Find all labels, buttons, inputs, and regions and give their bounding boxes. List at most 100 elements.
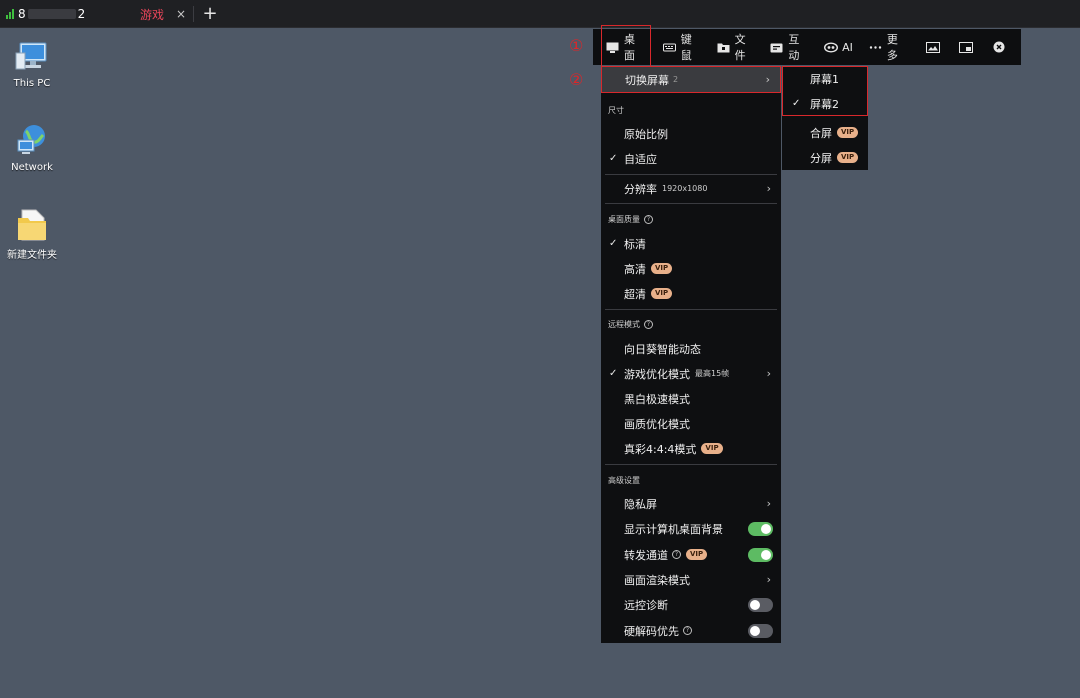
hw-decode-label: 硬解码优先 [624,624,679,638]
mode-game-sub: 最高15帧 [695,369,730,378]
close-icon[interactable]: × [176,7,186,21]
desktop-icon-network[interactable]: Network [0,122,64,173]
computer-icon [14,38,50,74]
chevron-right-icon: › [765,73,770,86]
submenu-screen-1[interactable]: 屏幕1 [782,66,868,91]
menu-divider [605,464,777,465]
desktop-menu: 切换屏幕 2 › 尺寸 原始比例 ✓ 自适应 分辨率 1920x1080 › 桌面质… [601,66,781,643]
desktop-icon-this-pc[interactable]: This PC [0,38,64,89]
chevron-right-icon: › [766,573,771,586]
merge-screen-label: 合屏 [810,126,832,140]
tab-game-label: 游戏 [140,7,165,22]
help-icon[interactable]: ? [644,320,653,329]
quality-standard-label: 标清 [624,237,646,251]
folder-icon [717,42,730,53]
more-button-label: 更多 [886,33,898,62]
checkmark-icon: ✓ [609,368,618,379]
menu-divider [605,309,777,310]
add-tab-button[interactable]: + [200,2,220,26]
original-ratio-label: 原始比例 [624,127,668,141]
window-mode-button[interactable] [955,39,976,55]
split-screen-label: 分屏 [810,151,832,165]
desktop-button[interactable]: 桌面 [601,25,651,69]
ai-button-label: AI [842,40,853,54]
checkmark-icon: ✓ [609,153,618,164]
menu-mode-game[interactable]: ✓ 游戏优化模式 最高15帧 › [601,361,781,386]
screen-count: 2 [673,75,679,84]
desktop-icon-label: This PC [13,78,51,89]
mode-smart-label: 向日葵智能动态 [624,342,701,356]
menu-original-ratio[interactable]: 原始比例 [601,121,781,146]
menu-show-background[interactable]: 显示计算机桌面背景 [601,516,781,541]
adaptive-label: 自适应 [624,152,657,166]
menu-mode-image[interactable]: 画质优化模式 [601,411,781,436]
resolution-value: 1920x1080 [662,184,708,193]
menu-relay-channel[interactable]: 转发通道? VIP [601,542,781,567]
hw-decode-toggle[interactable] [748,623,773,638]
screenshot-button[interactable] [923,39,944,55]
menu-resolution[interactable]: 分辨率 1920x1080 › [601,176,781,201]
checkmark-icon: ✓ [792,98,801,109]
chevron-right-icon: › [766,497,771,510]
desktop-icon-label: 新建文件夹 [7,250,57,261]
screen-2-label: 屏幕2 [810,97,839,111]
switch-screen-label: 切换屏幕 [625,73,669,87]
quality-high-label: 高清 [624,262,646,276]
tab-remote-device[interactable]: 8 2 [6,0,126,28]
menu-mode-smart[interactable]: 向日葵智能动态 [601,336,781,361]
annotation-1: ① [569,36,584,55]
submenu-screen-2[interactable]: ✓ 屏幕2 [782,91,868,116]
menu-privacy-screen[interactable]: 隐私屏 › [601,491,781,516]
privacy-screen-label: 隐私屏 [624,497,657,511]
submenu-merge-screen[interactable]: 合屏 VIP [782,120,868,145]
submenu-split-screen[interactable]: 分屏 VIP [782,145,868,170]
ai-eye-icon [824,41,839,53]
screen-1-label: 屏幕1 [810,72,839,86]
signal-strength-icon [6,9,14,19]
relay-channel-toggle[interactable] [748,547,773,562]
mode-bw-label: 黑白极速模式 [624,392,690,406]
menu-remote-diagnose[interactable]: 远控诊断 [601,592,781,617]
mode-image-label: 画质优化模式 [624,417,690,431]
tab-bar: 8 2 游戏 × + [0,0,1080,28]
menu-mode-bw[interactable]: 黑白极速模式 [601,386,781,411]
menu-switch-screen[interactable]: 切换屏幕 2 › [601,66,781,93]
help-icon[interactable]: ? [644,215,653,224]
menu-hw-decode[interactable]: 硬解码优先? [601,618,781,643]
tab-game[interactable]: 游戏 × [130,0,190,28]
image-icon [926,38,941,57]
menu-quality-ultra[interactable]: 超清 VIP [601,281,781,306]
quality-ultra-label: 超清 [624,287,646,301]
tab-title-end: 2 [77,7,86,21]
vip-badge: VIP [686,549,708,560]
help-icon[interactable]: ? [683,626,692,635]
menu-render-mode[interactable]: 画面渲染模式 › [601,567,781,592]
help-icon[interactable]: ? [672,550,681,559]
remote-toolbar: 桌面 键鼠 文件 互动 AI 更多 [593,25,1021,69]
more-button[interactable]: 更多 [869,31,907,63]
desktop-button-label: 桌面 [624,33,635,62]
switch-screen-submenu: 屏幕1 ✓ 屏幕2 合屏 VIP 分屏 VIP [782,66,868,170]
desktop-icon-new-folder[interactable]: 新建文件夹 [0,206,64,261]
ai-button[interactable]: AI [824,41,853,54]
file-button-label: 文件 [734,33,746,62]
keyboard-mouse-label: 键鼠 [680,33,692,62]
menu-quality-high[interactable]: 高清 VIP [601,256,781,281]
menu-adaptive[interactable]: ✓ 自适应 [601,146,781,171]
vip-badge: VIP [651,263,673,274]
file-button[interactable]: 文件 [717,31,755,63]
section-quality-title: 桌面质量? [608,214,653,225]
checkmark-icon: ✓ [609,238,618,249]
keyboard-mouse-button[interactable]: 键鼠 [662,31,701,63]
menu-mode-true-color[interactable]: 真彩4:4:4模式 VIP [601,436,781,461]
vip-badge: VIP [651,288,673,299]
more-dots-icon [869,42,882,53]
resolution-label: 分辨率 [624,182,657,196]
show-background-toggle[interactable] [748,521,773,536]
mode-game-label: 游戏优化模式 [624,367,690,381]
menu-quality-standard[interactable]: ✓ 标清 [601,231,781,256]
remote-diagnose-toggle[interactable] [748,597,773,612]
disconnect-button[interactable] [988,39,1009,55]
interact-button[interactable]: 互动 [770,31,808,63]
interact-button-label: 互动 [788,33,800,62]
